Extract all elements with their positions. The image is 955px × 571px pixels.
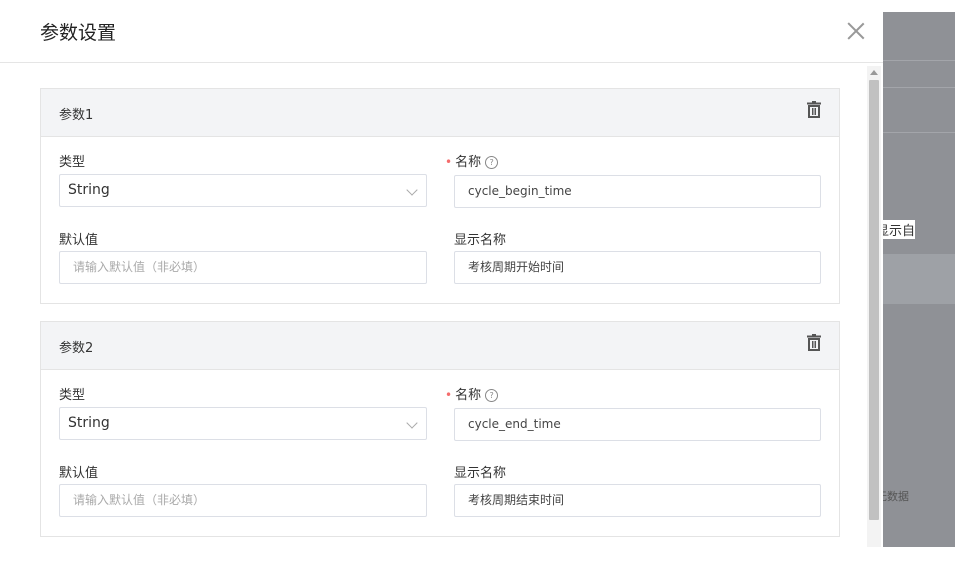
display-name-input[interactable]: 考核周期开始时间 — [454, 251, 821, 284]
type-label: 类型 — [59, 155, 86, 170]
param-card-title: 参数2 — [59, 341, 94, 356]
display-name-label: 显示名称 — [454, 466, 507, 481]
trash-icon[interactable] — [806, 101, 822, 119]
scrollbar[interactable] — [867, 66, 881, 547]
type-select-value: String — [68, 415, 110, 431]
close-icon[interactable] — [845, 20, 867, 42]
dialog-header: 参数设置 — [0, 0, 883, 63]
parameter-settings-dialog: 参数设置 参数1 类型 String • 名称? cycle_begin_time — [0, 0, 883, 571]
display-name-input[interactable]: 考核周期结束时间 — [454, 484, 821, 517]
param-card-title: 参数1 — [59, 108, 94, 123]
type-label: 类型 — [59, 388, 86, 403]
chevron-down-icon — [406, 184, 418, 196]
default-value-input[interactable]: 请输入默认值（非必填） — [59, 251, 427, 284]
default-value-label: 默认值 — [59, 233, 99, 248]
name-label-text: 名称 — [455, 388, 482, 403]
name-input[interactable]: cycle_begin_time — [454, 175, 821, 208]
name-label: • 名称? — [445, 151, 499, 170]
type-select-value: String — [68, 182, 110, 198]
param-card-header: 参数1 — [41, 89, 839, 137]
required-mark: • — [445, 388, 453, 402]
name-input[interactable]: cycle_end_time — [454, 408, 821, 441]
question-circle-icon[interactable]: ? — [485, 156, 499, 169]
dialog-title: 参数设置 — [40, 22, 117, 44]
type-select[interactable]: String — [59, 174, 427, 207]
chevron-down-icon — [406, 417, 418, 429]
question-circle-icon[interactable]: ? — [485, 389, 499, 402]
trash-icon[interactable] — [806, 334, 822, 352]
param-card-header: 参数2 — [41, 322, 839, 370]
background-app — [883, 12, 955, 547]
param-card-1: 参数1 类型 String • 名称? cycle_begin_time 默认值 … — [40, 88, 840, 304]
required-mark: • — [445, 155, 453, 169]
scroll-up-arrow-icon[interactable] — [870, 70, 878, 75]
name-label: • 名称? — [445, 384, 499, 403]
type-select[interactable]: String — [59, 407, 427, 440]
param-card-2: 参数2 类型 String • 名称? cycle_end_time 默认值 请输… — [40, 321, 840, 537]
scrollbar-thumb[interactable] — [869, 80, 879, 520]
default-value-input[interactable]: 请输入默认值（非必填） — [59, 484, 427, 517]
default-value-label: 默认值 — [59, 466, 99, 481]
display-name-label: 显示名称 — [454, 233, 507, 248]
name-label-text: 名称 — [455, 155, 482, 170]
